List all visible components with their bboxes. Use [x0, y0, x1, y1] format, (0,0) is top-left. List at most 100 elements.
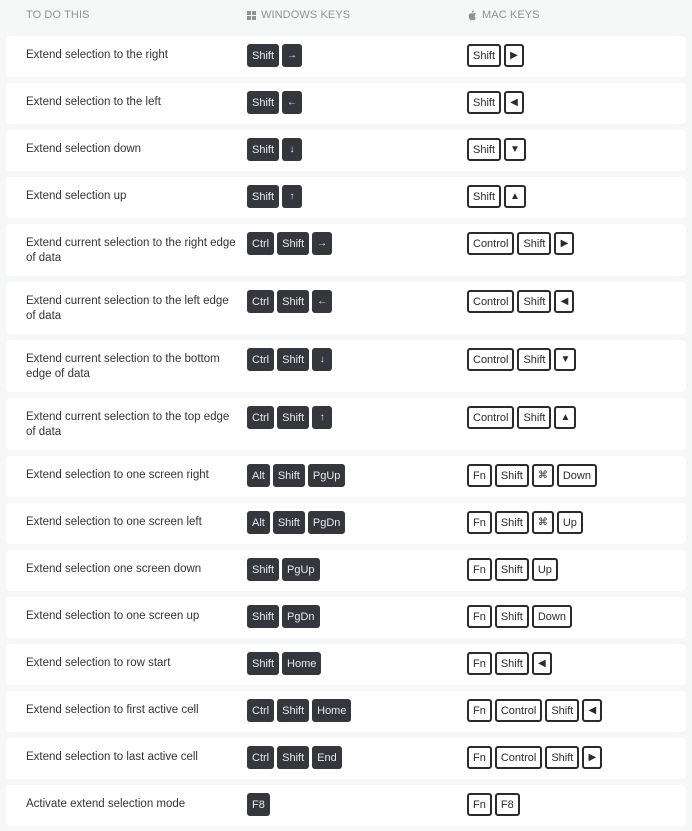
shortcut-description: Extend current selection to the right ed… [26, 237, 236, 264]
windows-key: Shift [247, 44, 280, 67]
mac-keys: Control Shift ▲ [467, 406, 577, 429]
windows-key: Ctrl [247, 699, 275, 722]
windows-keys: Ctrl Shift → [247, 232, 467, 255]
windows-key: → [312, 232, 333, 255]
mac-key: Shift [494, 511, 529, 534]
table-row: Extend selection to one screen right Alt S… [6, 456, 686, 497]
shortcut-description: Extend selection down [26, 143, 142, 155]
mac-key: Shift [494, 652, 529, 675]
shortcut-description: Extend selection to one screen right [26, 469, 209, 481]
windows-keys: Shift → [247, 44, 467, 67]
mac-key: ◀ [554, 290, 575, 313]
mac-key: Shift [545, 746, 580, 769]
mac-key: ⌘ [531, 464, 554, 487]
windows-keys: Alt Shift PgUp [247, 464, 467, 487]
mac-keys: Fn Shift Down [467, 605, 572, 628]
windows-key: ↓ [282, 138, 303, 161]
mac-key: Control [494, 699, 543, 722]
windows-key: Home [312, 699, 352, 722]
mac-keys: Control Shift ▶ [467, 232, 575, 255]
windows-keys: Shift PgUp [247, 558, 467, 581]
windows-keys: F8 [247, 793, 467, 816]
shortcut-description: Extend selection to row start [26, 657, 171, 669]
windows-key: Shift [272, 464, 305, 487]
windows-key: Shift [277, 406, 310, 429]
windows-key: Home [282, 652, 322, 675]
windows-key: Alt [247, 511, 270, 534]
table-row: Extend selection to last active cell Ctrl… [6, 738, 686, 779]
mac-key: ▶ [582, 746, 603, 769]
header-mac-label: MAC KEYS [482, 9, 540, 21]
shortcut-description: Extend current selection to the left edg… [26, 295, 229, 322]
mac-key: Fn [467, 746, 492, 769]
mac-keys: Fn Shift ◀ [467, 652, 552, 675]
shortcut-description: Extend selection to the left [26, 96, 161, 108]
mac-key: Control [494, 746, 543, 769]
mac-keys: Shift ◀ [467, 91, 525, 114]
shortcut-description: Extend selection to one screen left [26, 516, 202, 528]
shortcut-description: Extend selection to one screen up [26, 610, 200, 622]
windows-key: ↑ [282, 185, 303, 208]
shortcut-description: Extend current selection to the bottom e… [26, 353, 220, 380]
mac-key: ◀ [504, 91, 525, 114]
shortcut-description: Extend selection up [26, 190, 127, 202]
windows-key: ← [282, 91, 303, 114]
table-row: Extend selection one screen down Shift PgU… [6, 550, 686, 591]
mac-key: ▶ [554, 232, 575, 255]
windows-key: F8 [247, 793, 270, 816]
mac-key: Shift [517, 232, 552, 255]
windows-keys: Ctrl Shift End [247, 746, 467, 769]
windows-key: → [282, 44, 303, 67]
apple-logo-icon [468, 9, 477, 20]
windows-key: PgDn [307, 511, 346, 534]
shortcut-description: Extend selection to first active cell [26, 704, 199, 716]
windows-keys: Shift Home [247, 652, 467, 675]
windows-key: Shift [247, 558, 280, 581]
mac-key: Control [467, 290, 515, 313]
table-row: Extend selection to the left Shift ← Shift ◀ [6, 83, 686, 124]
header-windows-label: WINDOWS KEYS [261, 9, 351, 21]
mac-key: ▲ [554, 406, 577, 429]
mac-key: Fn [467, 793, 492, 816]
windows-keys: Shift ↓ [247, 138, 467, 161]
windows-keys: Shift PgDn [247, 605, 467, 628]
windows-key: Shift [247, 138, 280, 161]
mac-keys: Fn Control Shift ◀ [467, 699, 603, 722]
mac-key: Fn [467, 605, 492, 628]
mac-key: ◀ [582, 699, 603, 722]
table-row: Extend current selection to the bottom e… [6, 340, 686, 392]
shortcut-description: Extend selection to last active cell [26, 751, 198, 763]
shortcut-description: Activate extend selection mode [26, 798, 186, 810]
mac-key: Shift [517, 348, 552, 371]
mac-key: ⌘ [531, 511, 554, 534]
table-header: TO DO THIS WINDOWS KEYS MAC KEYS [0, 0, 692, 30]
mac-key: Control [467, 406, 515, 429]
table-row: Extend current selection to the left edg… [6, 282, 686, 334]
header-action: TO DO THIS [26, 9, 90, 21]
mac-key: Fn [467, 558, 492, 581]
table-row: Extend current selection to the top edge… [6, 398, 686, 450]
windows-key: Shift [277, 746, 310, 769]
mac-keys: Fn F8 [467, 793, 520, 816]
mac-key: Down [556, 464, 597, 487]
table-row: Extend selection to one screen up Shift Pg… [6, 597, 686, 638]
windows-keys: Ctrl Shift ← [247, 290, 467, 313]
mac-key: ▼ [504, 138, 526, 161]
shortcut-description: Extend selection one screen down [26, 563, 202, 575]
windows-key: Shift [247, 605, 280, 628]
mac-key: Fn [467, 464, 492, 487]
windows-key: ↑ [312, 406, 333, 429]
mac-keys: Shift ▲ [467, 185, 526, 208]
windows-keys: Ctrl Shift ↓ [247, 348, 467, 371]
windows-key: Ctrl [247, 348, 275, 371]
mac-key: Up [556, 511, 583, 534]
mac-key: Shift [517, 290, 552, 313]
shortcut-description: Extend selection to the right [26, 49, 168, 61]
mac-keys: Shift ▶ [467, 44, 525, 67]
mac-keys: Shift ▼ [467, 138, 526, 161]
windows-key: PgDn [282, 605, 320, 628]
windows-key: Shift [272, 511, 305, 534]
windows-key: Shift [247, 91, 280, 114]
mac-key: Down [531, 605, 572, 628]
mac-key: Up [531, 558, 558, 581]
